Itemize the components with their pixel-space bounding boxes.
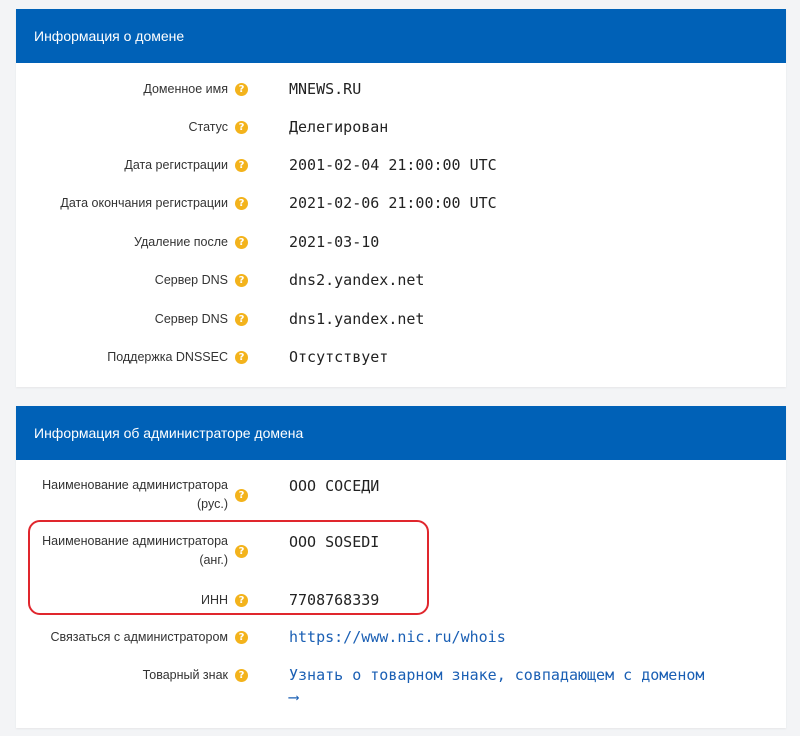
value-delete-after: 2021-03-10 <box>289 233 380 251</box>
value-dns-server-1: dns2.yandex.net <box>289 271 425 289</box>
help-icon[interactable]: ? <box>235 158 248 172</box>
row-status: Статус ? Делегирован <box>16 116 786 138</box>
label-dns-server: Сервер DNS <box>154 311 228 326</box>
trademark-link[interactable]: Узнать о товарном знаке, совпадающем с д… <box>289 664 704 708</box>
contact-admin-link[interactable]: https://www.nic.ru/whois <box>289 626 506 648</box>
red-highlight-outline <box>28 520 429 615</box>
help-icon[interactable]: ? <box>235 350 248 364</box>
row-expiry-date: Дата окончания регистрации ? 2021-02-06 … <box>16 192 786 214</box>
row-dns-server-2: Сервер DNS ? dns1.yandex.net <box>16 308 786 330</box>
help-icon[interactable]: ? <box>235 196 248 210</box>
label-expiry-date: Дата окончания регистрации <box>60 195 228 210</box>
value-status: Делегирован <box>289 118 389 136</box>
row-admin-name-rus: Наименование администратора (рус.) ? ООО… <box>16 476 786 514</box>
row-delete-after: Удаление после ? 2021-03-10 <box>16 231 786 253</box>
help-icon[interactable]: ? <box>235 312 248 326</box>
row-domain-name: Доменное имя ? MNEWS.RU <box>16 78 786 100</box>
admin-info-header: Информация об администраторе домена <box>16 406 786 460</box>
help-icon[interactable]: ? <box>235 668 248 682</box>
help-icon[interactable]: ? <box>235 488 248 502</box>
domain-info-card: Информация о домене Доменное имя ? MNEWS… <box>16 9 786 387</box>
help-icon[interactable]: ? <box>235 235 248 249</box>
row-trademark: Товарный знак ? Узнать о товарном знаке,… <box>16 664 786 708</box>
row-registration-date: Дата регистрации ? 2001-02-04 21:00:00 U… <box>16 154 786 176</box>
label-dnssec: Поддержка DNSSEC <box>107 349 228 364</box>
row-dns-server-1: Сервер DNS ? dns2.yandex.net <box>16 269 786 291</box>
row-contact-admin: Связаться с администратором ? https://ww… <box>16 626 786 648</box>
value-dns-server-2: dns1.yandex.net <box>289 310 425 328</box>
row-dnssec: Поддержка DNSSEC ? Отсутствует <box>16 346 786 368</box>
help-icon[interactable]: ? <box>235 120 248 134</box>
help-icon[interactable]: ? <box>235 82 248 96</box>
arrow-right-icon[interactable]: ⟶ <box>289 688 298 706</box>
value-domain-name: MNEWS.RU <box>289 80 362 98</box>
label-dns-server: Сервер DNS <box>154 272 228 287</box>
label-status: Статус <box>188 119 228 134</box>
label-delete-after: Удаление после <box>134 234 228 249</box>
label-trademark: Товарный знак <box>142 667 228 682</box>
value-expiry-date: 2021-02-06 21:00:00 UTC <box>289 194 497 212</box>
domain-info-header: Информация о домене <box>16 9 786 63</box>
label-domain-name: Доменное имя <box>143 81 228 96</box>
label-registration-date: Дата регистрации <box>124 157 228 172</box>
value-dnssec: Отсутствует <box>289 348 389 366</box>
label-contact-admin: Связаться с администратором <box>50 629 228 644</box>
help-icon[interactable]: ? <box>235 273 248 287</box>
value-registration-date: 2001-02-04 21:00:00 UTC <box>289 156 497 174</box>
label-admin-name-rus: Наименование администратора (рус.) <box>42 478 228 511</box>
help-icon[interactable]: ? <box>235 630 248 644</box>
value-admin-name-rus: ООО СОСЕДИ <box>289 477 380 495</box>
